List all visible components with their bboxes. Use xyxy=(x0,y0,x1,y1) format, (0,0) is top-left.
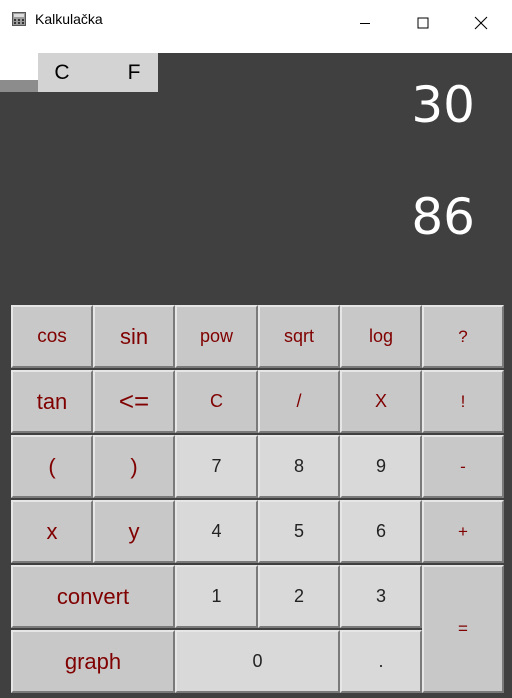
menu-bar-strip xyxy=(0,80,38,92)
digit-3-button[interactable]: 3 xyxy=(340,565,422,628)
digit-9-button[interactable]: 9 xyxy=(340,435,422,498)
digit-1-button[interactable]: 1 xyxy=(175,565,258,628)
variable-x-button[interactable]: x xyxy=(11,500,93,563)
close-paren-button[interactable]: ) xyxy=(93,435,175,498)
multiply-button[interactable]: X xyxy=(340,370,422,433)
digit-5-button[interactable]: 5 xyxy=(258,500,340,563)
maximize-icon xyxy=(417,17,429,29)
equals-button[interactable]: = xyxy=(422,565,504,693)
variable-y-button[interactable]: y xyxy=(93,500,175,563)
calculator-icon xyxy=(12,12,26,26)
digit-4-button[interactable]: 4 xyxy=(175,500,258,563)
minus-button[interactable]: - xyxy=(422,435,504,498)
decimal-point-button[interactable]: . xyxy=(340,630,422,693)
convert-button[interactable]: convert xyxy=(11,565,175,628)
clear-button[interactable]: C xyxy=(175,370,258,433)
minimize-icon xyxy=(360,23,370,24)
window-title: Kalkulačka xyxy=(35,11,103,27)
menu-bar-area xyxy=(0,53,38,80)
sin-button[interactable]: sin xyxy=(93,305,175,368)
sqrt-button[interactable]: sqrt xyxy=(258,305,340,368)
tab-celsius[interactable]: C xyxy=(38,53,86,92)
log-button[interactable]: log xyxy=(340,305,422,368)
plus-button[interactable]: + xyxy=(422,500,504,563)
divide-button[interactable]: / xyxy=(258,370,340,433)
pow-button[interactable]: pow xyxy=(175,305,258,368)
title-bar: Kalkulačka xyxy=(0,0,512,53)
backspace-button[interactable]: <= xyxy=(93,370,175,433)
help-button[interactable]: ? xyxy=(422,305,504,368)
minimize-button[interactable] xyxy=(336,0,394,46)
digit-8-button[interactable]: 8 xyxy=(258,435,340,498)
fahrenheit-display: 86 xyxy=(411,188,475,246)
digit-0-button[interactable]: 0 xyxy=(175,630,340,693)
close-icon xyxy=(474,16,488,30)
digit-6-button[interactable]: 6 xyxy=(340,500,422,563)
close-button[interactable] xyxy=(452,0,510,46)
unit-tabs: C F xyxy=(38,53,158,92)
digit-7-button[interactable]: 7 xyxy=(175,435,258,498)
graph-button[interactable]: graph xyxy=(11,630,175,693)
tan-button[interactable]: tan xyxy=(11,370,93,433)
digit-2-button[interactable]: 2 xyxy=(258,565,340,628)
factorial-button[interactable]: ! xyxy=(422,370,504,433)
celsius-display: 30 xyxy=(411,76,475,134)
cos-button[interactable]: cos xyxy=(11,305,93,368)
open-paren-button[interactable]: ( xyxy=(11,435,93,498)
tab-fahrenheit[interactable]: F xyxy=(110,53,158,92)
maximize-button[interactable] xyxy=(394,0,452,46)
